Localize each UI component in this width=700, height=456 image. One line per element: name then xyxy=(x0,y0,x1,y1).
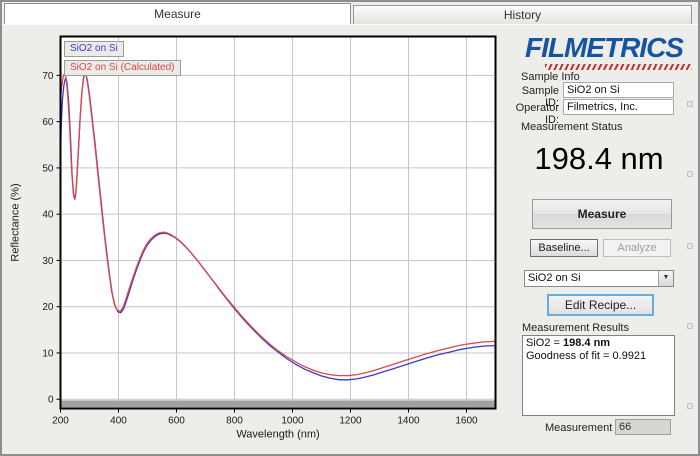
svg-text:1400: 1400 xyxy=(397,416,420,427)
svg-text:400: 400 xyxy=(110,416,127,427)
chart-canvas: 200 400 600 800 1000 1200 1400 1600 0 10 20 30 40 50 6… xyxy=(2,25,507,455)
svg-text:1200: 1200 xyxy=(339,416,362,427)
svg-text:1600: 1600 xyxy=(455,416,478,427)
svg-text:Reflectance (%): Reflectance (%) xyxy=(10,183,22,261)
svg-text:200: 200 xyxy=(52,416,69,427)
panel-grip xyxy=(687,403,693,409)
recipe-select[interactable]: SiO2 on Si ▼ xyxy=(524,270,674,287)
panel-grip xyxy=(687,101,693,107)
svg-text:40: 40 xyxy=(42,210,54,221)
reflectance-chart: 200 400 600 800 1000 1200 1400 1600 0 10 20 30 40 50 6… xyxy=(2,25,507,455)
tab-measure[interactable]: Measure xyxy=(4,3,351,24)
panel-grip xyxy=(687,323,693,329)
panel-grip xyxy=(687,243,693,249)
result-line-thickness: SiO2 = 198.4 nm xyxy=(526,337,671,350)
analyze-button[interactable]: Analyze xyxy=(603,239,671,257)
svg-text:0: 0 xyxy=(48,395,54,406)
chevron-down-icon[interactable]: ▼ xyxy=(658,271,673,286)
measurement-status-title: Measurement Status xyxy=(521,121,623,133)
svg-text:800: 800 xyxy=(226,416,243,427)
operator-id-input[interactable] xyxy=(563,99,674,115)
svg-text:60: 60 xyxy=(42,117,54,128)
measure-button[interactable]: Measure xyxy=(532,199,672,229)
result-line-gof: Goodness of fit = 0.9921 xyxy=(526,350,671,363)
edit-recipe-button[interactable]: Edit Recipe... xyxy=(547,294,654,316)
logo-hatch-stripes xyxy=(545,64,692,70)
control-panel: FILMETRICS Sample Info Sample ID: Operat… xyxy=(507,25,698,455)
svg-text:70: 70 xyxy=(42,71,54,82)
measurement-results-title: Measurement Results xyxy=(522,322,629,334)
result-thickness-value: 198.4 nm xyxy=(563,337,610,349)
baseline-button[interactable]: Baseline... xyxy=(530,239,598,257)
svg-text:30: 30 xyxy=(42,256,54,267)
svg-text:1000: 1000 xyxy=(281,416,304,427)
measure-tab-content: 200 400 600 800 1000 1200 1400 1600 0 10 20 30 40 50 6… xyxy=(2,24,698,454)
tab-history[interactable]: History xyxy=(353,5,692,24)
svg-text:600: 600 xyxy=(168,416,185,427)
measurement-results-box: SiO2 = 198.4 nm Goodness of fit = 0.9921 xyxy=(522,335,675,416)
thickness-readout: 198.4 nm xyxy=(507,141,691,177)
svg-text:20: 20 xyxy=(42,302,54,313)
svg-text:Wavelength (nm): Wavelength (nm) xyxy=(236,429,319,441)
panel-grip xyxy=(687,171,693,177)
app-window: Measure History 200400600800100012001400… xyxy=(0,0,700,456)
measurement-number-input[interactable] xyxy=(615,419,671,435)
recipe-selected-value: SiO2 on Si xyxy=(528,272,581,284)
legend-item-measured: SiO2 on Si xyxy=(64,41,124,57)
svg-text:10: 10 xyxy=(42,349,54,360)
chart-legend: SiO2 on Si SiO2 on Si (Calculated) xyxy=(64,41,181,79)
legend-item-calculated: SiO2 on Si (Calculated) xyxy=(64,60,181,76)
measurement-number-label: Measurement # xyxy=(545,422,621,434)
filmetrics-logo: FILMETRICS xyxy=(515,34,693,62)
svg-text:50: 50 xyxy=(42,163,54,174)
sample-id-input[interactable] xyxy=(563,82,674,98)
